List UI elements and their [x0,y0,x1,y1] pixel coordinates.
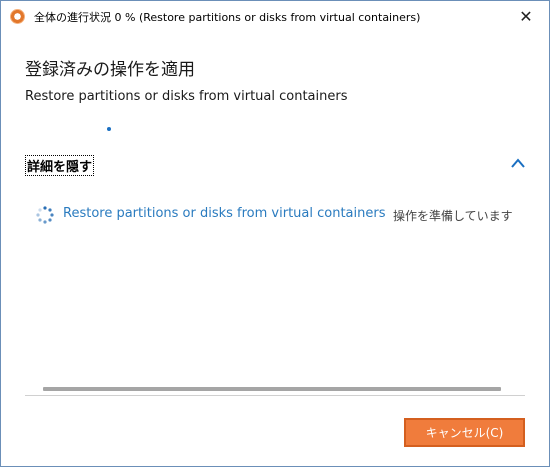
app-logo-icon [10,9,25,24]
footer-divider [25,395,525,396]
chevron-up-icon[interactable] [510,157,526,169]
spinner-icon [36,206,54,224]
progress-dialog: 全体の進行状況 0 % (Restore partitions or disks… [0,0,550,467]
progress-indicator [107,127,111,131]
window-title: 全体の進行状況 0 % (Restore partitions or disks… [34,11,421,24]
task-name: Restore partitions or disks from virtual… [63,206,386,221]
close-button[interactable]: ✕ [503,1,549,31]
task-row: Restore partitions or disks from virtual… [36,205,536,225]
hide-details-toggle[interactable]: 詳細を隠す [25,155,95,176]
operation-subtitle: Restore partitions or disks from virtual… [25,89,348,104]
task-status: 操作を準備しています [393,209,513,223]
cancel-button[interactable]: キャンセル(C) [404,418,525,447]
operation-heading: 登録済みの操作を適用 [25,60,195,80]
title-bar: 全体の進行状況 0 % (Restore partitions or disks… [1,1,549,31]
horizontal-scrollbar[interactable] [43,387,501,391]
